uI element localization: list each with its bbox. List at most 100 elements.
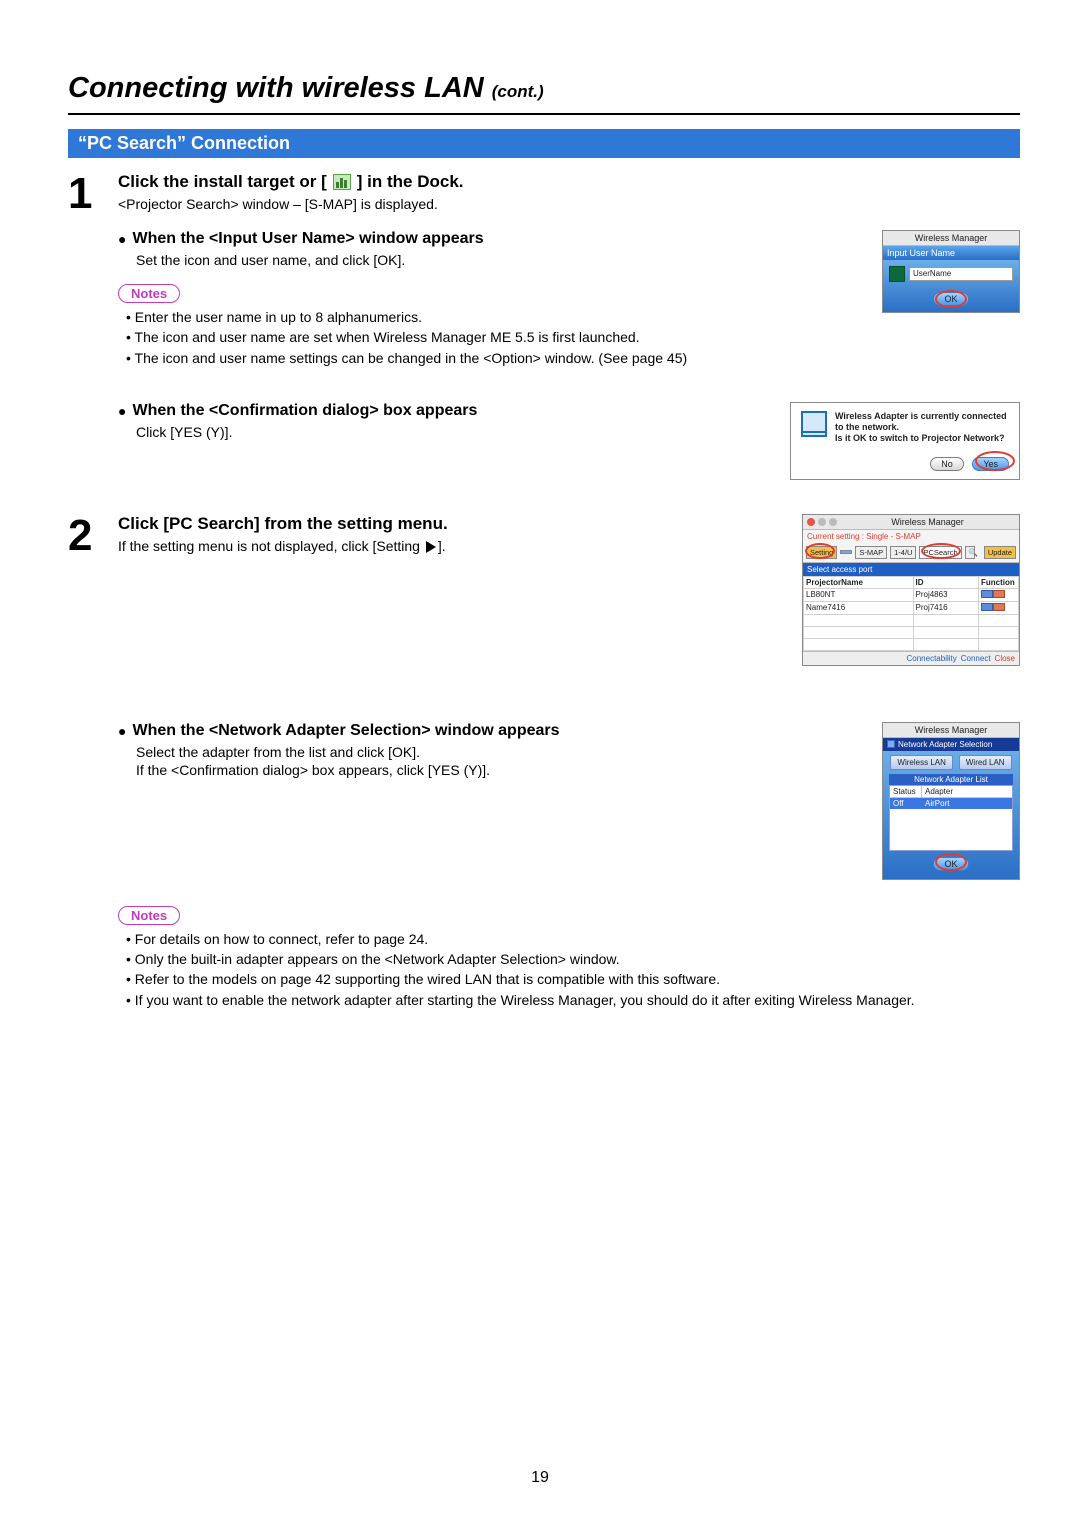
title-main: Connecting with wireless LAN — [68, 72, 484, 105]
table-row[interactable]: Name7416 Proj7416 — [804, 601, 1019, 614]
adapter-list-header: Network Adapter List — [889, 774, 1013, 785]
confirm-line1: Wireless Adapter is currently connected … — [835, 411, 1009, 434]
mock4-titlebar: Wireless Manager — [883, 723, 1019, 738]
adapter-list: Status Adapter Off AirPort — [889, 785, 1013, 851]
current-setting-status: Current setting : Single - S-MAP — [803, 530, 1019, 543]
username-input[interactable]: UserName — [909, 267, 1013, 281]
play-triangle-icon — [426, 541, 436, 553]
step-1-section-input-user-name: ● When the <Input User Name> window appe… — [118, 230, 1020, 368]
min-traffic-icon[interactable] — [818, 518, 826, 526]
input-user-name-text: Set the icon and user name, and click [O… — [136, 252, 864, 268]
step-2-section-network-adapter: ● When the <Network Adapter Selection> w… — [118, 722, 1020, 880]
close-traffic-icon[interactable] — [807, 518, 815, 526]
step-1-head-before: Click the install target or [ — [118, 172, 327, 192]
highlight-circle-icon — [935, 290, 967, 308]
network-adapter-selection-bar: Network Adapter Selection — [883, 738, 1019, 751]
confirmation-text: Click [YES (Y)]. — [136, 424, 772, 440]
notes-pill: Notes — [118, 284, 180, 303]
list-item: The icon and user name are set when Wire… — [126, 327, 864, 347]
step-1-section-confirmation: ● When the <Confirmation dialog> box app… — [118, 402, 1020, 480]
fn-icon-a — [981, 590, 993, 598]
cell-status: Off — [890, 798, 922, 809]
mock3-title: Wireless Manager — [840, 517, 1015, 527]
mock1-header: Input User Name — [883, 246, 1019, 260]
table-row — [804, 638, 1019, 650]
cell-fn — [979, 588, 1019, 601]
square-icon — [887, 740, 895, 748]
step-2-heading: Click [PC Search] from the setting menu. — [118, 514, 784, 534]
highlight-circle-icon — [805, 543, 835, 559]
connect-link[interactable]: Connect — [961, 654, 991, 663]
list-item[interactable]: Off AirPort — [890, 798, 1012, 809]
update-button[interactable]: Update — [984, 546, 1016, 559]
step-2: 2 Click [PC Search] from the setting men… — [68, 514, 1020, 1010]
mock-confirmation-dialog: Wireless Adapter is currently connected … — [790, 402, 1020, 480]
tab-wired-lan[interactable]: Wired LAN — [959, 755, 1012, 770]
bullet-icon: ● — [118, 403, 126, 419]
title-cont: (cont.) — [492, 82, 544, 102]
mock3-titlebar: Wireless Manager — [803, 515, 1019, 530]
col-status: Status — [890, 786, 922, 797]
network-adapter-text1: Select the adapter from the list and cli… — [136, 744, 864, 760]
bullet-icon: ● — [118, 231, 126, 247]
tab-wireless-lan[interactable]: Wireless LAN — [890, 755, 952, 770]
mock-network-adapter-window: Wireless Manager Network Adapter Selecti… — [882, 722, 1020, 880]
list-item: For details on how to connect, refer to … — [126, 929, 1020, 949]
connectability-link[interactable]: Connectability — [907, 654, 957, 663]
blue-square-icon — [840, 550, 852, 554]
zoom-traffic-icon[interactable] — [829, 518, 837, 526]
bullet-icon: ● — [118, 723, 126, 739]
network-adapter-head-text: When the <Network Adapter Selection> win… — [132, 722, 559, 740]
input-user-name-head-text: When the <Input User Name> window appear… — [132, 230, 483, 248]
col-projector-name: ProjectorName — [804, 576, 914, 588]
title-rule — [68, 113, 1020, 115]
fn-icon-b — [993, 590, 1005, 598]
table-row — [804, 614, 1019, 626]
monitor-icon — [801, 411, 827, 433]
step-1-notes-list: Enter the user name in up to 8 alphanume… — [122, 307, 864, 368]
step-2-notes-list: For details on how to connect, refer to … — [122, 929, 1020, 1010]
section-banner: “PC Search” Connection — [68, 129, 1020, 158]
confirm-line2: Is it OK to switch to Projector Network? — [835, 433, 1009, 444]
dark-label: Network Adapter Selection — [898, 740, 992, 749]
confirmation-head-text: When the <Confirmation dialog> box appea… — [132, 402, 477, 420]
cell-id: Proj4863 — [913, 588, 979, 601]
step-1-head-after: ] in the Dock. — [357, 172, 464, 192]
list-item: The icon and user name settings can be c… — [126, 348, 864, 368]
tab-smap[interactable]: S-MAP — [855, 546, 887, 559]
highlight-circle-icon — [921, 543, 961, 559]
step-2-number: 2 — [68, 514, 104, 1010]
search-small-icon[interactable]: 🔍 — [965, 546, 975, 559]
fn-icon-b — [993, 603, 1005, 611]
network-adapter-heading: ● When the <Network Adapter Selection> w… — [118, 722, 864, 740]
no-button[interactable]: No — [930, 457, 964, 471]
select-access-port-header: Select access port — [803, 563, 1019, 576]
confirmation-heading: ● When the <Confirmation dialog> box app… — [118, 402, 772, 420]
highlight-circle-icon — [935, 853, 967, 871]
table-row[interactable]: LB80NT Proj4863 — [804, 588, 1019, 601]
highlight-circle-icon — [975, 451, 1015, 471]
input-user-name-heading: ● When the <Input User Name> window appe… — [118, 230, 864, 248]
mock-wireless-manager-window: Wireless Manager Current setting : Singl… — [802, 514, 1020, 666]
mock1-titlebar: Wireless Manager — [883, 231, 1019, 246]
list-item: Refer to the models on page 42 supportin… — [126, 969, 1020, 989]
fn-icon-a — [981, 603, 993, 611]
tab-1-4-u[interactable]: 1-4/U — [890, 546, 916, 559]
cell-name: LB80NT — [804, 588, 914, 601]
cell-adapter: AirPort — [922, 798, 1012, 809]
notes-pill: Notes — [118, 906, 180, 925]
close-link[interactable]: Close — [995, 654, 1015, 663]
step-1: 1 Click the install target or [ ] in the… — [68, 172, 1020, 480]
step-1-subtext: <Projector Search> window – [S-MAP] is d… — [118, 196, 1020, 212]
cell-name: Name7416 — [804, 601, 914, 614]
dock-icon — [333, 174, 351, 190]
cell-id: Proj7416 — [913, 601, 979, 614]
mock-input-user-name-window: Wireless Manager Input User Name UserNam… — [882, 230, 1020, 313]
list-item: If you want to enable the network adapte… — [126, 990, 1020, 1010]
page-title: Connecting with wireless LAN (cont.) — [68, 72, 1020, 105]
list-item: Enter the user name in up to 8 alphanume… — [126, 307, 864, 327]
list-item: Only the built-in adapter appears on the… — [126, 949, 1020, 969]
cell-fn — [979, 601, 1019, 614]
table-row — [804, 626, 1019, 638]
step-2-sub-before: If the setting menu is not displayed, cl… — [118, 538, 424, 554]
